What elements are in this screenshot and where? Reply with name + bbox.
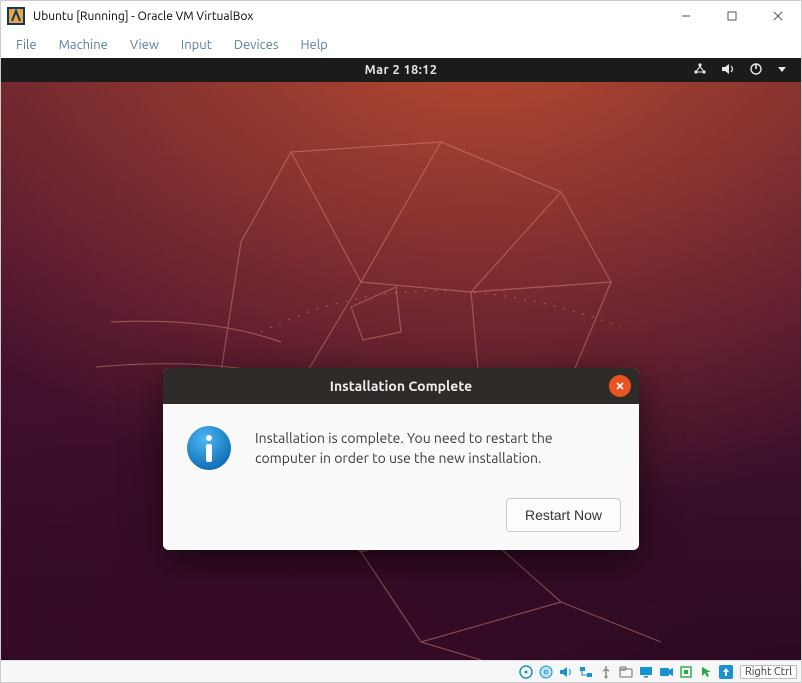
status-recording-icon[interactable] [658,663,675,680]
virtualbox-window: Ubuntu [Running] - Oracle VM VirtualBox … [0,0,802,683]
virtualbox-app-icon [7,7,25,25]
status-cpu-icon[interactable] [678,663,695,680]
menu-machine[interactable]: Machine [50,35,117,55]
host-close-button[interactable] [755,1,801,31]
menu-devices[interactable]: Devices [225,35,288,55]
host-minimize-button[interactable] [663,1,709,31]
volume-icon[interactable] [721,62,735,79]
vbox-menubar: File Machine View Input Devices Help [1,31,801,58]
dialog-message: Installation is complete. You need to re… [255,424,617,469]
menu-help[interactable]: Help [292,35,337,55]
info-icon [185,424,233,476]
status-harddisk-icon[interactable] [518,663,535,680]
installation-complete-dialog: Installation Complete [163,368,639,550]
status-optical-icon[interactable] [538,663,555,680]
status-shared-folders-icon[interactable] [618,663,635,680]
status-mouse-integration-icon[interactable] [698,663,715,680]
status-display-icon[interactable] [638,663,655,680]
vbox-statusbar: Right Ctrl [1,660,801,682]
dialog-title: Installation Complete [163,378,639,394]
host-maximize-button[interactable] [709,1,755,31]
chevron-down-icon[interactable] [777,64,787,77]
status-network-icon[interactable] [578,663,595,680]
menu-file[interactable]: File [7,35,46,55]
status-hostkey-icon[interactable] [718,663,735,680]
dialog-titlebar[interactable]: Installation Complete [163,368,639,404]
restart-now-button[interactable]: Restart Now [506,498,621,532]
status-usb-icon[interactable] [598,663,615,680]
host-title: Ubuntu [Running] - Oracle VM VirtualBox [33,10,253,23]
guest-display[interactable]: Mar 2 18:12 Installation Complete [1,58,801,660]
topbar-status-area[interactable] [693,62,801,79]
status-audio-icon[interactable] [558,663,575,680]
network-icon[interactable] [693,62,707,79]
topbar-datetime[interactable]: Mar 2 18:12 [365,63,438,77]
host-titlebar: Ubuntu [Running] - Oracle VM VirtualBox [1,1,801,31]
menu-view[interactable]: View [121,35,168,55]
menu-input[interactable]: Input [172,35,221,55]
dialog-close-button[interactable] [609,375,631,397]
status-hostkey-label[interactable]: Right Ctrl [740,665,797,679]
power-icon[interactable] [749,62,763,79]
ubuntu-topbar: Mar 2 18:12 [1,58,801,82]
